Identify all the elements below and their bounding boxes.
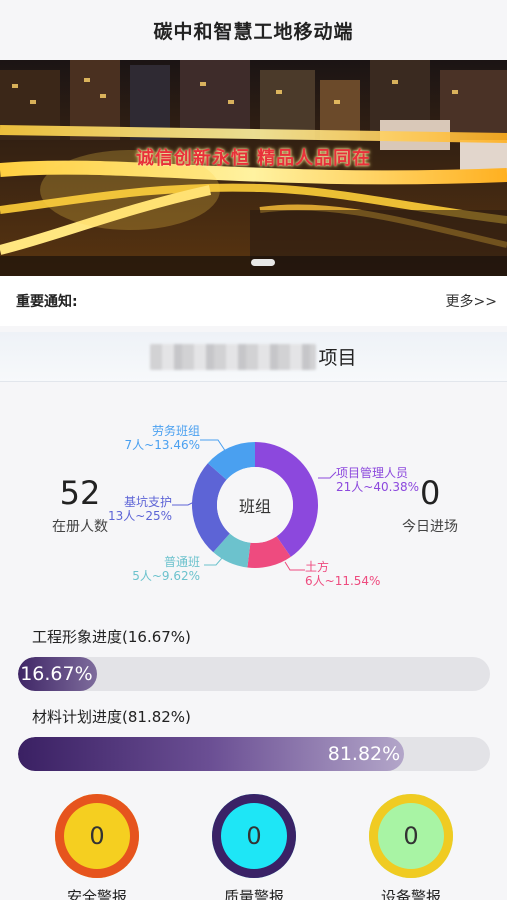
image-progress-fill: 16.67%	[18, 657, 97, 691]
quality-alarm[interactable]: 0	[212, 794, 296, 878]
slice-name-management: 项目管理人员	[336, 466, 409, 480]
project-header: 项目	[0, 332, 507, 382]
slice-detail-earthwork: 6人~11.54%	[305, 574, 381, 588]
material-progress-title: 材料计划进度(81.82%)	[32, 708, 191, 726]
donut-center-label: 班组	[238, 497, 271, 516]
slice-detail-general: 5人~9.62%	[132, 569, 200, 583]
safety-alarm-count: 0	[89, 822, 105, 850]
equipment-alarm-caption: 设备警报	[380, 888, 441, 900]
project-suffix: 项目	[318, 347, 357, 369]
today-caption: 今日进场	[402, 519, 458, 535]
personnel-stats: 52 在册人数 0 今日进场 班组 劳务班组 7人~13.46% 基坑支护 13…	[0, 400, 507, 600]
notice-label: 重要通知:	[16, 294, 78, 310]
equipment-alarm-count: 0	[403, 822, 419, 850]
image-progress-track: 16.67%	[18, 657, 490, 691]
slice-detail-management: 21人~40.38%	[336, 480, 420, 494]
slice-name-general: 普通班	[163, 555, 200, 569]
banner-image[interactable]: 诚信创新永恒 精品人品同在	[0, 60, 507, 276]
redacted-project-name	[150, 343, 317, 370]
page-title: 碳中和智慧工地移动端	[153, 20, 354, 43]
slice-label-earthwork: 土方 6人~11.54%	[305, 560, 395, 588]
notice-bar: 重要通知: 更多>>	[0, 276, 507, 326]
slice-label-pit: 基坑支护 13人~25%	[96, 495, 172, 523]
banner-slogan: 诚信创新永恒 精品人品同在	[135, 148, 372, 169]
material-progress-track: 81.82%	[18, 737, 490, 771]
safety-alarm[interactable]: 0	[55, 794, 139, 878]
material-progress-label: 81.82%	[327, 743, 401, 765]
equipment-alarm[interactable]: 0	[369, 794, 453, 878]
safety-alarm-caption: 安全警报	[66, 888, 127, 900]
slice-name-pit: 基坑支护	[123, 495, 172, 509]
slice-label-general: 普通班 5人~9.62%	[118, 555, 200, 583]
more-link[interactable]: 更多>>	[446, 291, 497, 311]
slice-name-earthwork: 土方	[305, 560, 330, 574]
quality-alarm-caption: 质量警报	[223, 888, 284, 900]
slice-detail-labor: 7人~13.46%	[124, 438, 200, 452]
image-progress-label: 16.67%	[20, 663, 93, 685]
slice-detail-pit: 13人~25%	[108, 509, 172, 523]
carousel-indicator[interactable]	[251, 259, 275, 266]
slice-label-labor: 劳务班组 7人~13.46%	[118, 424, 200, 452]
app-header: 碳中和智慧工地移动端	[0, 0, 507, 60]
slice-name-labor: 劳务班组	[151, 424, 200, 438]
material-progress-fill: 81.82%	[18, 737, 405, 771]
team-donut-chart[interactable]: 班组	[190, 440, 320, 570]
slice-label-management: 项目管理人员 21人~40.38%	[336, 466, 436, 494]
image-progress-title: 工程形象进度(16.67%)	[32, 628, 191, 646]
quality-alarm-count: 0	[246, 822, 262, 850]
